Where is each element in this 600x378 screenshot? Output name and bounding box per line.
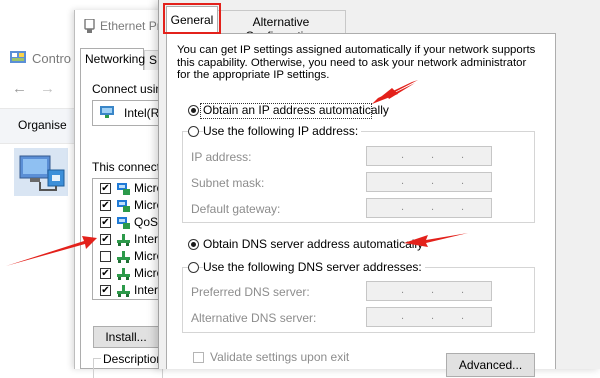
arrow-to-obtain-dns xyxy=(404,233,468,247)
arrow-to-ipv4-item xyxy=(6,236,97,266)
tab-networking[interactable]: Networking xyxy=(80,48,145,70)
arrow-to-obtain-ip xyxy=(372,80,418,104)
annotation-highlight-box xyxy=(163,3,221,34)
